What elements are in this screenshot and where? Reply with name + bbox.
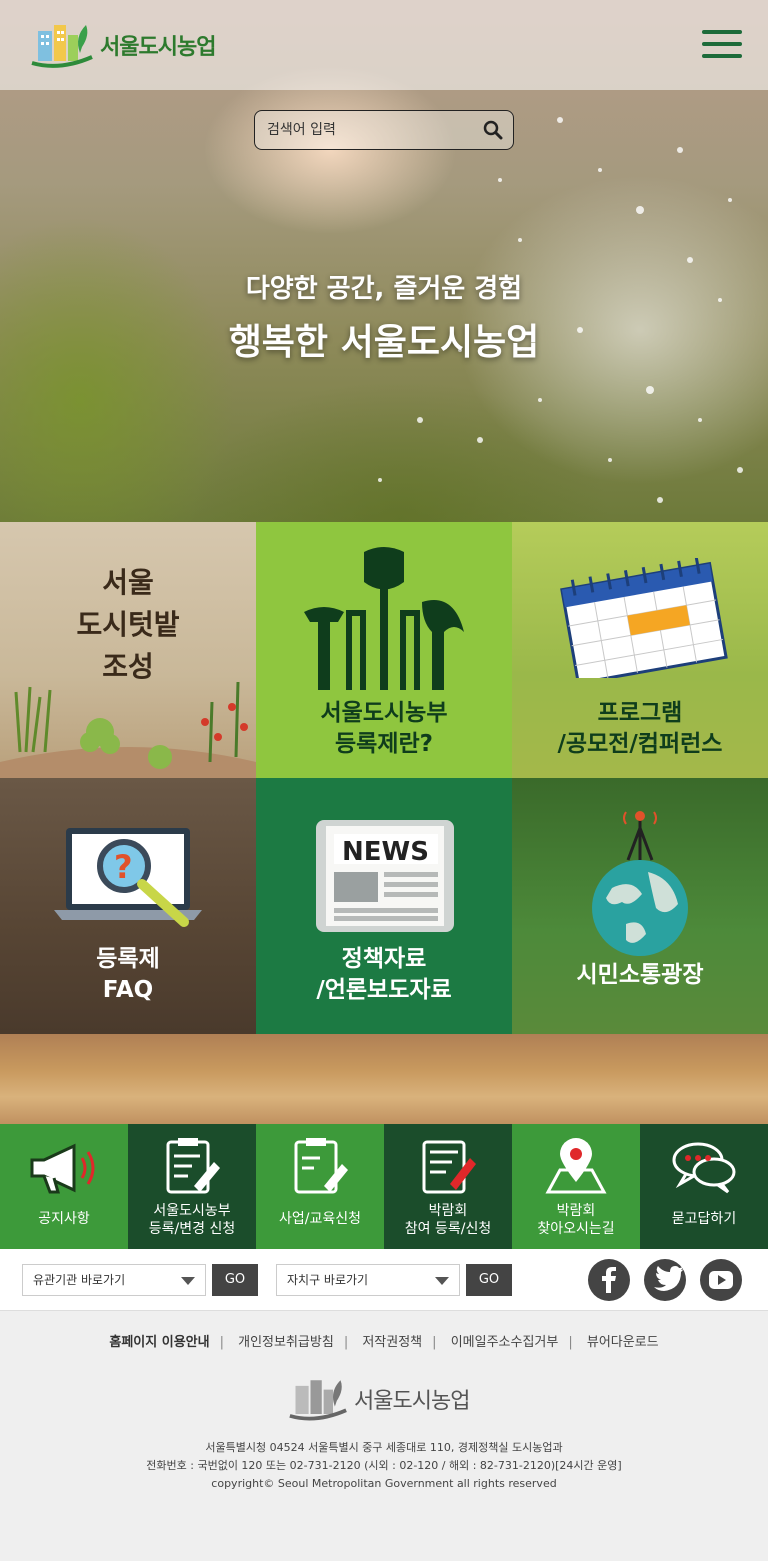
globe-antenna-icon [592, 811, 688, 956]
quick-label: 공지사항 [38, 1211, 90, 1227]
svg-text:?: ? [114, 848, 133, 886]
district-select[interactable]: 자치구 바로가기 [276, 1264, 460, 1296]
chevron-down-icon [181, 1277, 195, 1285]
tile-label: 프로그램 /공모전/컴퍼런스 [557, 700, 723, 758]
tile-label: 시민소통광장 [576, 962, 704, 988]
footer-address: 서울특별시청 04524 서울특별시 중구 세종대로 110, 경제정책실 도시… [205, 1441, 563, 1454]
related-agencies-go-button[interactable]: GO [212, 1264, 258, 1296]
quick-expo-directions[interactable]: 박람회 찾아오시는길 [512, 1124, 640, 1249]
search-box [254, 110, 514, 150]
calendar-icon [560, 558, 728, 678]
tile-label: 정책자료 /언론보도자료 [316, 946, 452, 1004]
garden-tools-icon [304, 547, 464, 690]
chat-bubbles-icon [672, 1142, 736, 1194]
footer-links: 홈페이지 이용안내 | 개인정보취급방침 | 저작권정책 | 이메일주소수집거부 | 뷰… [109, 1335, 659, 1350]
soil-banner [0, 1034, 768, 1124]
menu-button[interactable] [702, 30, 742, 60]
tile-policy-press[interactable]: NEWS 정책자료 /언론보도자료 [256, 778, 512, 1034]
clipboard-pen-icon [166, 1138, 220, 1194]
quick-label: 묻고답하기 [671, 1211, 737, 1227]
tile-garden-creation[interactable]: 서울 도시텃밭 조성 [0, 522, 256, 778]
hero-banner: 서울도시농업 다양한 공간, 즐거운 경험 행복한 서울도시농업 [0, 0, 768, 522]
district-go-button[interactable]: GO [466, 1264, 512, 1296]
footer: 홈페이지 이용안내 | 개인정보취급방침 | 저작권정책 | 이메일주소수집거부 | 뷰… [0, 1311, 768, 1561]
footer-phone: 전화번호 : 국번없이 120 또는 02-731-2120 (시외 : 02-… [146, 1459, 622, 1472]
map-pin-icon [545, 1138, 607, 1194]
hero-subtitle: 다양한 공간, 즐거운 경험 [245, 274, 523, 304]
twitter-icon[interactable] [644, 1259, 686, 1301]
logo-mark-icon [31, 25, 93, 68]
chevron-down-icon [435, 1277, 449, 1285]
footer-logo: 서울도시농업 [288, 1369, 488, 1429]
tile-citizen-communication[interactable]: 시민소통광장 [512, 778, 768, 1034]
clipboard-check-icon [294, 1138, 348, 1194]
quick-label: 박람회 참여 등록/신청 [404, 1203, 492, 1238]
logo-text: 서울도시농업 [100, 35, 216, 60]
quick-program-application[interactable]: 사업/교육신청 [256, 1124, 384, 1249]
footer-info: 서울특별시청 04524 서울특별시 중구 세종대로 110, 경제정책실 도시… [0, 1439, 768, 1493]
footer-link-privacy[interactable]: 개인정보취급방침 [238, 1335, 334, 1350]
footer-copyright: copyright© Seoul Metropolitan Government… [211, 1477, 557, 1490]
svg-text:NEWS: NEWS [342, 837, 429, 867]
megaphone-icon [30, 1143, 95, 1194]
search-icon[interactable] [483, 120, 503, 140]
logo-mark-icon [289, 1380, 347, 1421]
footer-logo-text: 서울도시농업 [354, 1389, 470, 1414]
hamburger-icon [702, 30, 742, 34]
hero-text: 다양한 공간, 즐거운 경험 행복한 서울도시농업 [0, 268, 768, 365]
quick-label: 서울도시농부 등록/변경 신청 [148, 1203, 236, 1238]
youtube-icon[interactable] [700, 1259, 742, 1301]
quick-notice[interactable]: 공지사항 [0, 1124, 128, 1249]
quick-qna[interactable]: 묻고답하기 [640, 1124, 768, 1249]
tile-label: 등록제 FAQ [96, 946, 160, 1004]
newspaper-icon: NEWS [316, 820, 454, 932]
tile-label: 서울도시농부 등록제란? [320, 700, 448, 758]
facebook-icon[interactable] [588, 1259, 630, 1301]
related-agencies-select[interactable]: 유관기관 바로가기 [22, 1264, 206, 1296]
search-input[interactable] [255, 112, 465, 148]
hero-title: 행복한 서울도시농업 [228, 322, 540, 363]
form-pen-icon [422, 1140, 476, 1194]
footer-link-copyright-policy[interactable]: 저작권정책 [362, 1335, 422, 1350]
site-logo[interactable]: 서울도시농업 [30, 14, 230, 76]
related-sites-bar: 유관기관 바로가기 GO 자치구 바로가기 GO [0, 1249, 768, 1311]
tile-urban-farmer-registration[interactable]: 서울도시농부 등록제란? [256, 522, 512, 778]
quick-expo-registration[interactable]: 박람회 참여 등록/신청 [384, 1124, 512, 1249]
quick-label: 사업/교육신청 [279, 1211, 361, 1227]
footer-link-email-refusal[interactable]: 이메일주소수집거부 [451, 1335, 559, 1350]
quick-farmer-registration[interactable]: 서울도시농부 등록/변경 신청 [128, 1124, 256, 1249]
tile-label: 서울 도시텃밭 조성 [76, 566, 180, 683]
footer-link-viewer-download[interactable]: 뷰어다운로드 [587, 1335, 659, 1350]
laptop-magnifier-icon: ? [54, 828, 202, 927]
quick-label: 박람회 찾아오시는길 [537, 1203, 615, 1238]
footer-link-guide[interactable]: 홈페이지 이용안내 [109, 1335, 209, 1350]
tile-programs-contests[interactable]: 프로그램 /공모전/컴퍼런스 [512, 522, 768, 778]
tile-registration-faq[interactable]: ? 등록제 FAQ [0, 778, 256, 1034]
